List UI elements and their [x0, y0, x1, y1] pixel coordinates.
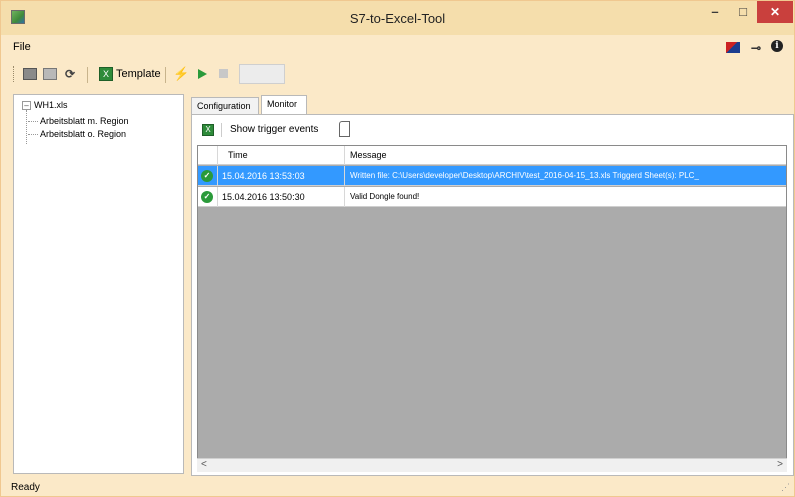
column-divider — [344, 166, 345, 186]
toolbar-grip — [13, 66, 16, 82]
stop-icon[interactable] — [219, 69, 228, 78]
title-bar[interactable]: S7-to-Excel-Tool – □ ✕ — [1, 1, 794, 35]
play-icon[interactable] — [198, 69, 207, 79]
info-icon[interactable]: i — [771, 40, 783, 52]
tree-connector — [26, 110, 27, 144]
window-title: S7-to-Excel-Tool — [349, 11, 446, 26]
key-icon[interactable]: ⊸ — [751, 41, 761, 55]
template-button-label[interactable]: Template — [116, 68, 161, 80]
save-icon[interactable] — [43, 68, 57, 80]
success-check-icon: ✓ — [201, 170, 213, 182]
table-row[interactable]: ✓ 15.04.2016 13:50:30 Valid Dongle found… — [198, 187, 786, 207]
menu-bar: File ⊸ i — [1, 35, 794, 59]
column-divider — [344, 146, 345, 165]
tree-root-label: WH1.xls — [34, 100, 68, 110]
show-trigger-events-toggle[interactable] — [339, 121, 350, 137]
monitor-panel: X Show trigger events Time Message ✓ 15.… — [191, 114, 794, 476]
status-bar: Ready ⋰ — [1, 479, 794, 496]
column-divider — [217, 187, 218, 207]
log-grid: Time Message ✓ 15.04.2016 13:53:03 Writt… — [197, 145, 787, 470]
show-trigger-events-label[interactable]: Show trigger events — [230, 124, 318, 135]
column-divider — [217, 166, 218, 186]
toolbar-separator — [221, 123, 222, 137]
tab-configuration[interactable]: Configuration — [191, 97, 259, 115]
refresh-icon[interactable]: ⟳ — [63, 67, 77, 81]
maximize-button[interactable]: □ — [729, 1, 757, 23]
tree-node-root[interactable]: – WH1.xls — [22, 100, 68, 111]
horizontal-scrollbar[interactable]: < > — [197, 458, 787, 472]
resize-grip-icon[interactable]: ⋰ — [781, 482, 790, 493]
row-time: 15.04.2016 13:50:30 — [222, 192, 305, 202]
template-icon[interactable]: X — [99, 67, 113, 81]
column-header-message[interactable]: Message — [350, 150, 387, 160]
toolbar-separator — [165, 67, 166, 83]
status-text: Ready — [11, 482, 40, 493]
column-divider — [217, 146, 218, 165]
row-time: 15.04.2016 13:53:03 — [222, 171, 305, 181]
scroll-left-icon[interactable]: < — [201, 459, 207, 470]
tree-expander-icon[interactable]: – — [22, 101, 31, 111]
row-message: Valid Dongle found! — [350, 192, 420, 201]
toolbar: ⟳ X Template ⚡ — [1, 59, 794, 89]
tab-monitor[interactable]: Monitor — [261, 95, 307, 115]
toolbar-input[interactable] — [239, 64, 285, 84]
language-flag-icon[interactable] — [726, 42, 740, 53]
tree-node-sheet[interactable]: Arbeitsblatt m. Region — [28, 116, 129, 126]
row-message: Written file: C:\Users\developer\Desktop… — [350, 171, 699, 180]
tree-node-sheet[interactable]: Arbeitsblatt o. Region — [28, 129, 126, 139]
column-header-time[interactable]: Time — [228, 150, 248, 160]
success-check-icon: ✓ — [201, 191, 213, 203]
scroll-right-icon[interactable]: > — [777, 459, 783, 470]
column-divider — [344, 187, 345, 207]
toolbar-separator — [87, 67, 88, 83]
close-button[interactable]: ✕ — [757, 1, 793, 23]
app-window: S7-to-Excel-Tool – □ ✕ File ⊸ i ⟳ X Temp… — [0, 0, 795, 497]
monitor-toolbar: X Show trigger events — [192, 115, 793, 141]
grid-header: Time Message — [198, 146, 786, 165]
menu-file[interactable]: File — [13, 41, 31, 53]
export-excel-icon[interactable]: X — [202, 124, 214, 136]
minimize-button[interactable]: – — [701, 1, 729, 23]
table-row[interactable]: ✓ 15.04.2016 13:53:03 Written file: C:\U… — [198, 166, 786, 186]
open-icon[interactable] — [23, 68, 37, 80]
workbook-tree: – WH1.xls Arbeitsblatt m. Region Arbeitsb… — [13, 94, 184, 474]
trigger-icon[interactable]: ⚡ — [173, 67, 189, 81]
